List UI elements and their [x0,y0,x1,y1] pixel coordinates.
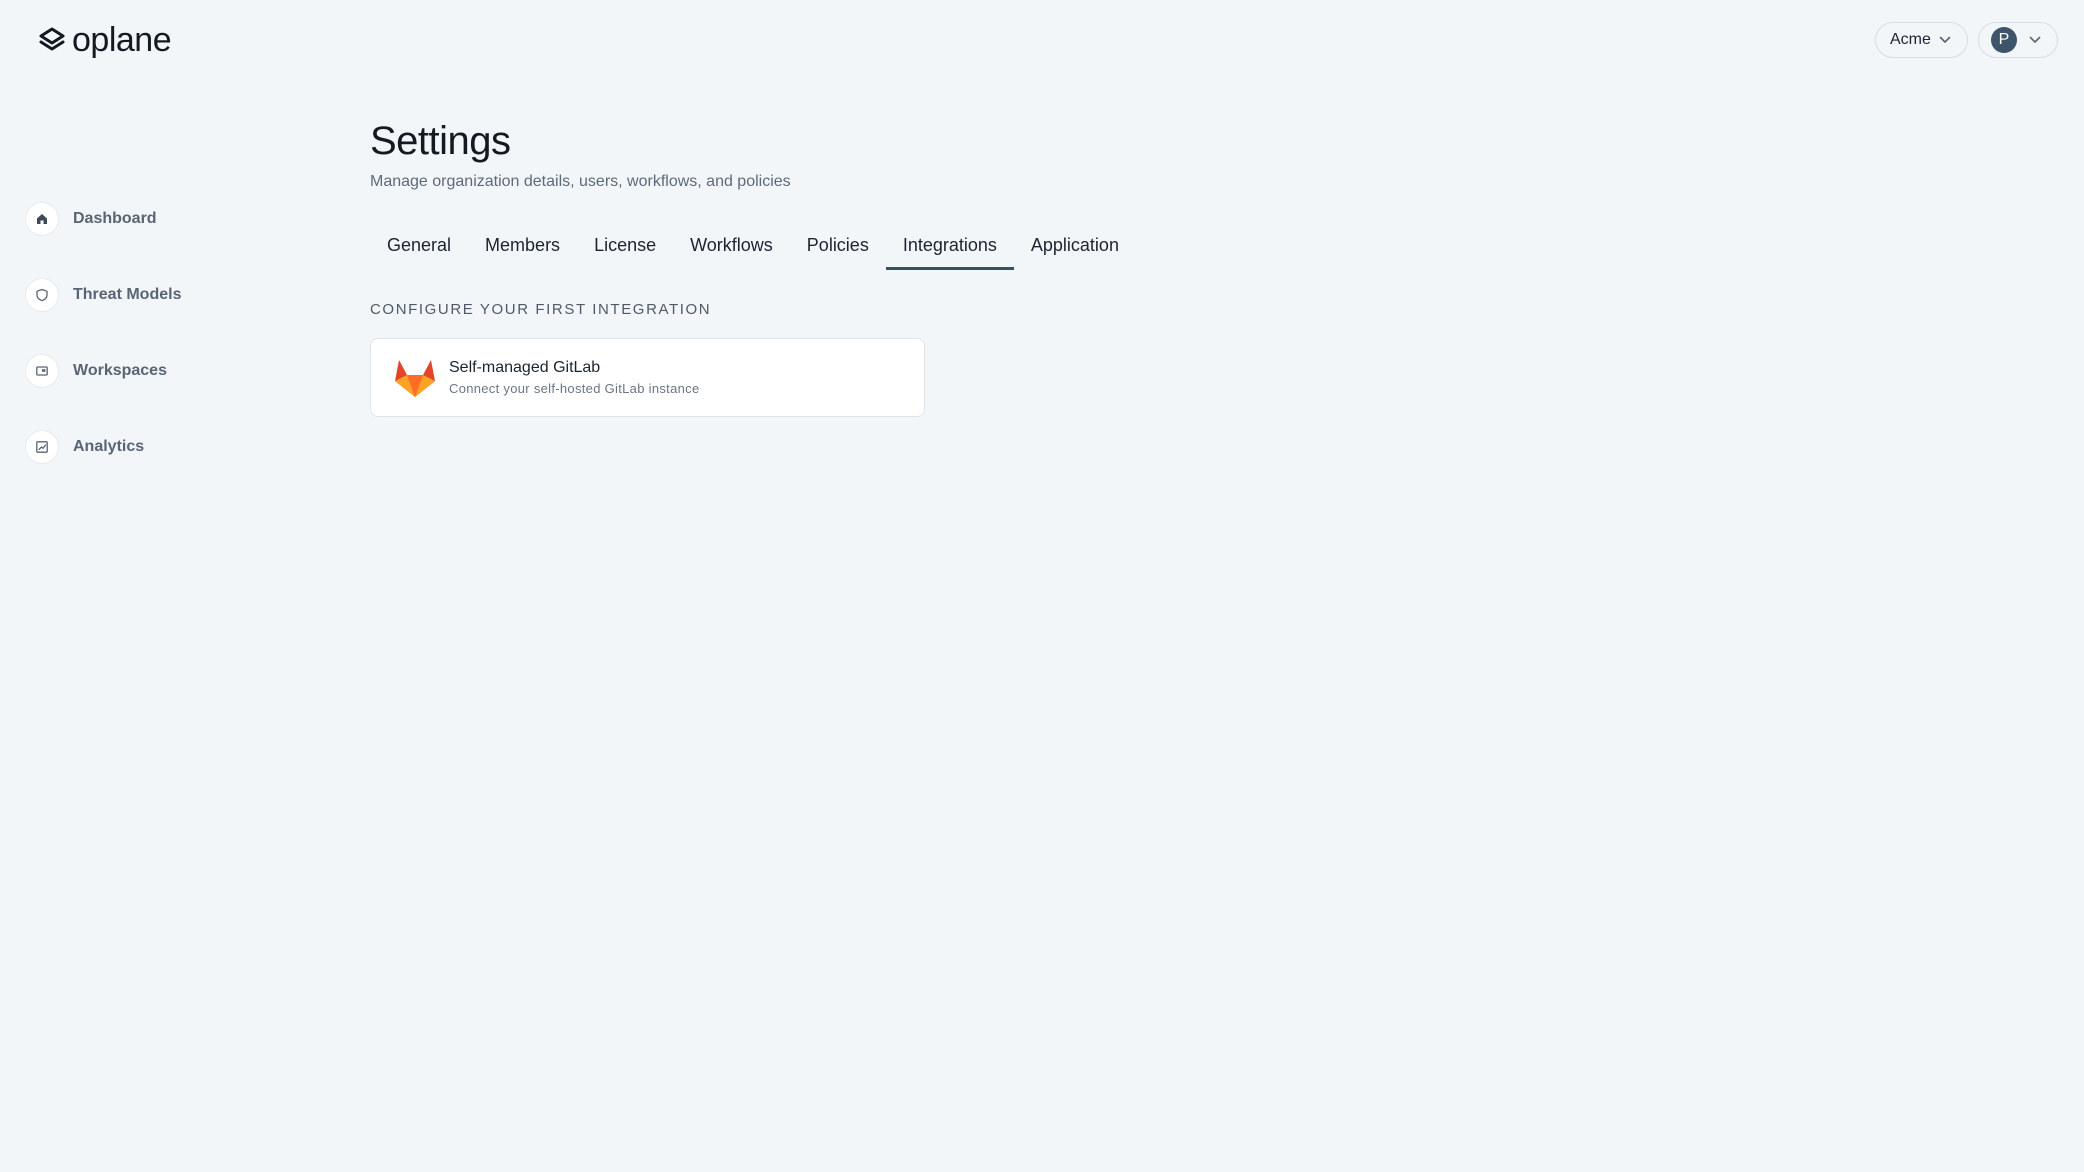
tab-integrations[interactable]: Integrations [885,220,1014,270]
gitlab-icon [395,359,435,397]
settings-tabs: General Members License Workflows Polici… [370,220,1136,270]
integration-description: Connect your self-hosted GitLab instance [449,381,700,396]
brand-logo[interactable]: oplane [38,20,172,60]
chart-icon [26,431,58,463]
tab-general[interactable]: General [370,220,468,270]
integration-card-text: Self-managed GitLab Connect your self-ho… [449,358,699,397]
chevron-down-icon [2029,36,2041,43]
header-controls: Acme P [1875,22,2058,58]
sidebar-item-analytics[interactable]: Analytics [26,430,181,464]
tab-license[interactable]: License [577,220,673,270]
sidebar-item-label: Dashboard [73,210,157,227]
section-heading: CONFIGURE YOUR FIRST INTEGRATION [370,301,712,318]
sidebar-item-label: Workspaces [73,362,167,379]
chevron-down-icon [1939,36,1951,43]
sidebar-item-dashboard[interactable]: Dashboard [26,202,181,236]
tab-members[interactable]: Members [468,220,577,270]
shield-icon [26,279,58,311]
user-menu[interactable]: P [1978,22,2058,58]
sidebar-nav: Dashboard Threat Models Workspaces Analy… [26,202,181,506]
home-icon [26,203,58,235]
integration-title: Self-managed GitLab [449,359,601,376]
page-title: Settings [370,119,511,163]
oplane-logo-icon [39,27,65,51]
tab-workflows[interactable]: Workflows [673,220,790,270]
settings-main: Settings Manage organization details, us… [370,116,1136,417]
sidebar-item-label: Threat Models [73,286,182,303]
integration-card-gitlab[interactable]: Self-managed GitLab Connect your self-ho… [370,338,925,417]
tab-application[interactable]: Application [1014,220,1136,270]
avatar: P [1991,27,2017,53]
tab-policies[interactable]: Policies [790,220,886,270]
sidebar-item-workspaces[interactable]: Workspaces [26,354,181,388]
brand-name: oplane [72,21,172,59]
page-subtitle: Manage organization details, users, work… [370,173,791,190]
sidebar-item-label: Analytics [73,438,145,455]
org-selector-label: Acme [1890,31,1931,48]
sidebar-item-threat-models[interactable]: Threat Models [26,278,181,312]
org-selector[interactable]: Acme [1875,22,1968,58]
workspace-icon [26,355,58,387]
